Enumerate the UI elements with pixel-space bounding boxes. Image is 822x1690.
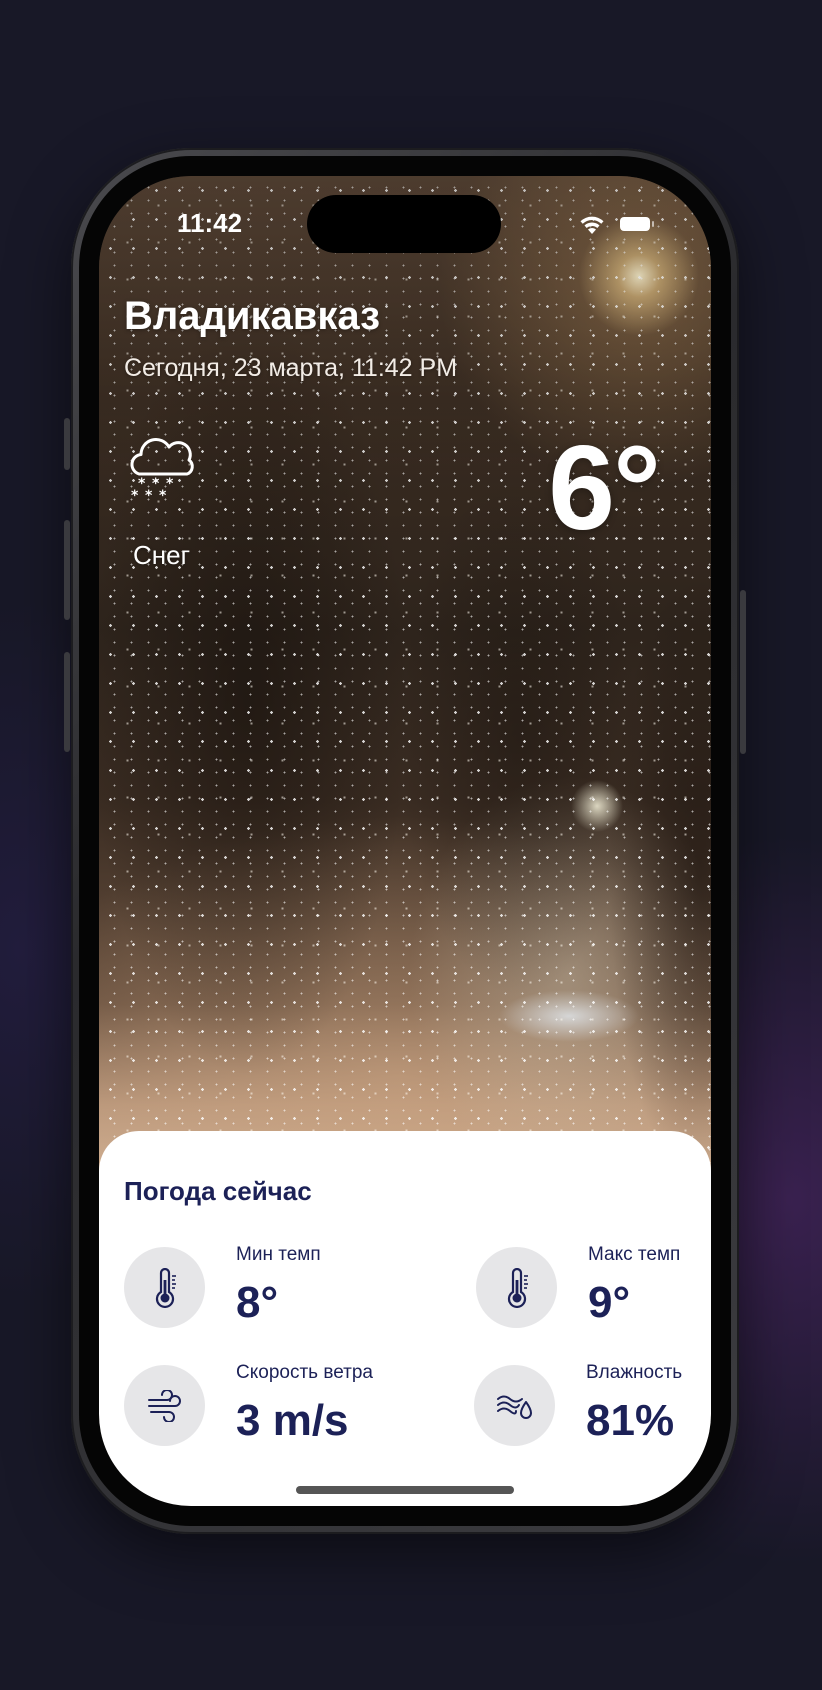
phone-screen: 11:42 Владикавказ Сегодня, 23 марта, 11:… <box>99 176 711 1506</box>
wifi-icon <box>580 216 604 234</box>
svg-text:*: * <box>159 488 167 504</box>
humidity-icon-circle <box>474 1365 555 1446</box>
status-icons <box>577 214 657 238</box>
wind-speed-label: Скорость ветра <box>236 1362 373 1383</box>
current-date: Сегодня, 23 марта, 11:42 PM <box>124 354 458 382</box>
thermometer-icon <box>155 1267 176 1308</box>
max-temp-label: Макс темп <box>588 1244 681 1265</box>
wind-speed-value: 3 m/s <box>236 1396 349 1445</box>
min-temp-label: Мин темп <box>236 1244 321 1265</box>
panel-title: Погода сейчас <box>124 1176 312 1206</box>
svg-text:*: * <box>145 488 153 504</box>
volume-up-button <box>64 520 70 620</box>
wind-icon <box>147 1389 181 1422</box>
humidity-label: Влажность <box>586 1362 683 1383</box>
humidity-icon <box>496 1395 532 1419</box>
max-temp-value: 9° <box>588 1278 631 1327</box>
action-button <box>64 418 70 470</box>
weather-condition: Снег <box>133 540 191 570</box>
city-name: Владикавказ <box>124 294 381 338</box>
home-indicator[interactable] <box>296 1486 514 1494</box>
min-temp-value: 8° <box>236 1278 279 1327</box>
battery-icon <box>620 217 654 231</box>
humidity-value: 81% <box>586 1396 675 1445</box>
power-button <box>740 590 746 754</box>
thermometer-icon <box>507 1267 528 1308</box>
current-temperature: 6° <box>548 421 661 555</box>
max-temp-icon-circle <box>476 1247 557 1328</box>
volume-down-button <box>64 652 70 752</box>
svg-text:*: * <box>166 476 174 492</box>
status-time: 11:42 <box>177 208 243 238</box>
min-temp-icon-circle <box>124 1247 205 1328</box>
dynamic-island <box>307 195 501 253</box>
svg-text:*: * <box>131 488 139 504</box>
snow-cloud-icon: * * * * * * <box>130 437 194 504</box>
wind-icon-circle <box>124 1365 205 1446</box>
